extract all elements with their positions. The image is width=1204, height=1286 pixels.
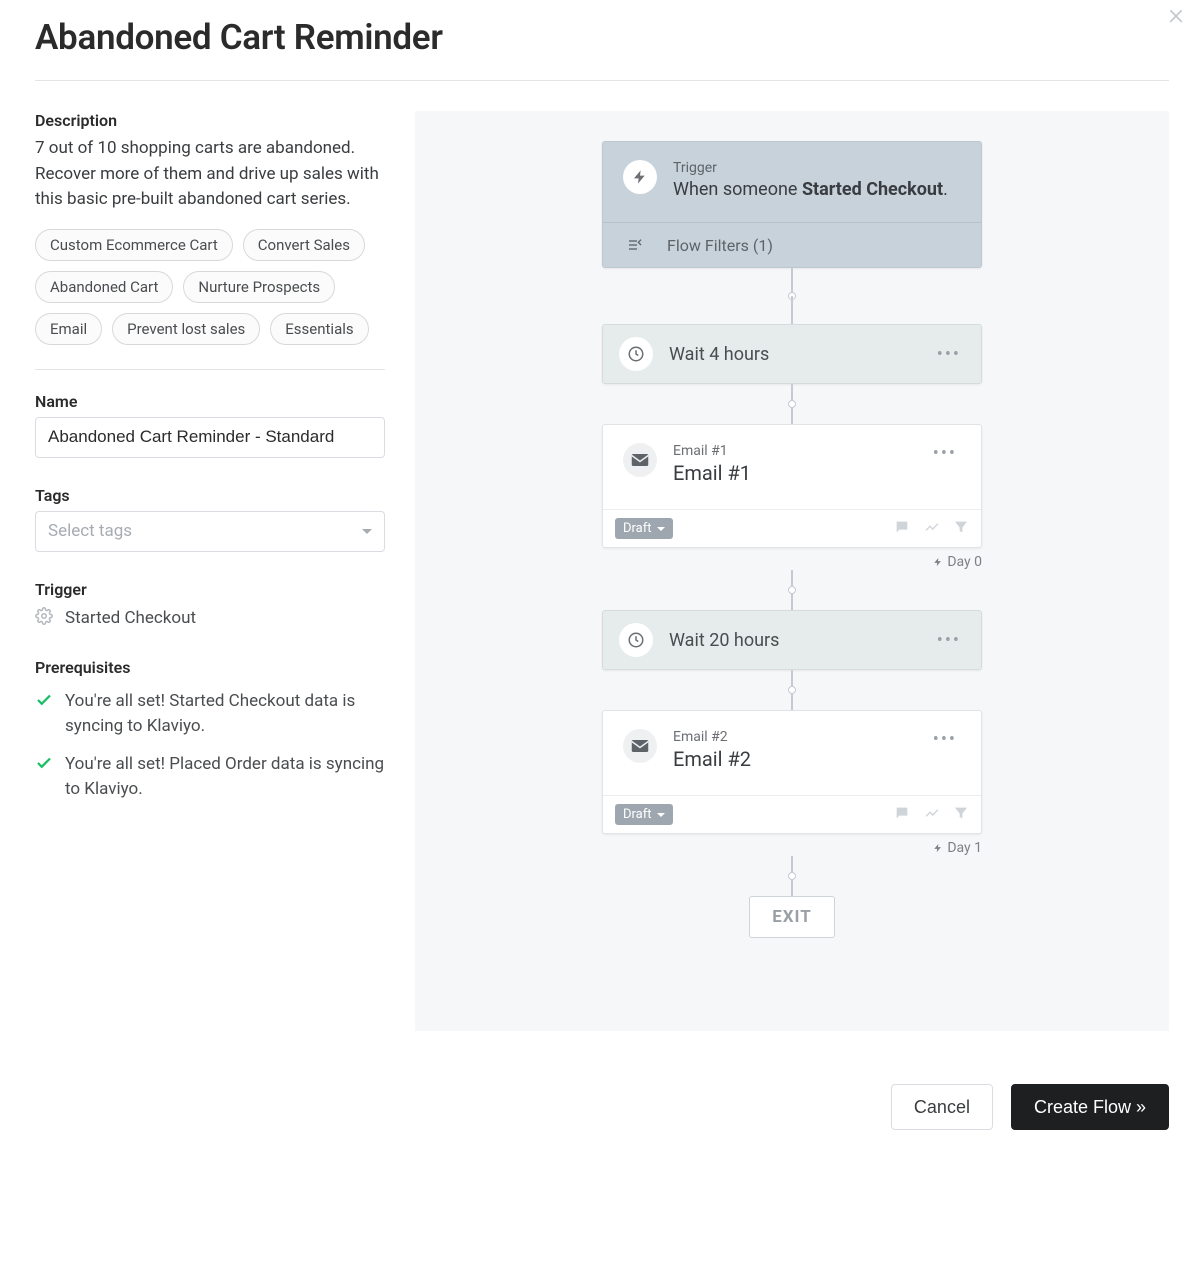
flow-trigger-card[interactable]: Trigger When someone Started Checkout. F…	[602, 141, 982, 268]
email-title: Email #1	[673, 461, 913, 485]
category-pill[interactable]: Abandoned Cart	[35, 271, 173, 303]
wait-text: Wait 4 hours	[669, 344, 917, 365]
check-icon	[35, 691, 53, 740]
flow-connector	[791, 268, 793, 296]
more-icon[interactable]: •••	[929, 729, 961, 750]
envelope-icon	[623, 443, 657, 477]
envelope-icon	[623, 729, 657, 763]
cancel-button[interactable]: Cancel	[891, 1084, 993, 1130]
category-pill[interactable]: Email	[35, 313, 102, 345]
tags-placeholder: Select tags	[48, 521, 132, 541]
day-label: Day 0	[602, 554, 982, 570]
chevron-down-icon	[657, 813, 665, 817]
flow-connector	[791, 856, 793, 896]
email-title: Email #2	[673, 747, 913, 771]
prereq-item: You're all set! Started Checkout data is…	[35, 689, 385, 740]
chevron-down-icon	[362, 529, 372, 534]
wait-text: Wait 20 hours	[669, 630, 917, 651]
trigger-value: Started Checkout	[65, 608, 196, 628]
prereq-text: You're all set! Placed Order data is syn…	[65, 752, 385, 803]
trigger-card-label: Trigger	[673, 160, 948, 176]
tags-label: Tags	[35, 486, 385, 505]
flow-connector	[791, 296, 793, 324]
flow-connector	[791, 384, 793, 424]
status-badge[interactable]: Draft	[615, 804, 673, 825]
create-flow-button[interactable]: Create Flow »	[1011, 1084, 1169, 1130]
trigger-label: Trigger	[35, 580, 385, 599]
analytics-icon[interactable]	[923, 805, 941, 825]
analytics-icon[interactable]	[923, 519, 941, 539]
tags-select[interactable]: Select tags	[35, 511, 385, 552]
name-label: Name	[35, 392, 385, 411]
comment-icon[interactable]	[893, 519, 911, 539]
category-pill[interactable]: Nurture Prospects	[183, 271, 335, 303]
footer-bar: Cancel Create Flow »	[0, 1056, 1204, 1135]
more-icon[interactable]: •••	[933, 344, 965, 365]
flow-wait-card[interactable]: Wait 4 hours •••	[602, 324, 982, 384]
lightning-icon	[623, 160, 657, 194]
flow-connector	[791, 570, 793, 610]
email-label: Email #1	[673, 443, 913, 459]
funnel-icon[interactable]	[953, 805, 969, 825]
divider	[35, 369, 385, 370]
prereq-label: Prerequisites	[35, 658, 385, 677]
sidebar: Description 7 out of 10 shopping carts a…	[35, 111, 385, 1031]
day-label: Day 1	[602, 840, 982, 856]
flow-canvas: Trigger When someone Started Checkout. F…	[415, 111, 1169, 1031]
flow-filters-text: Flow Filters (1)	[667, 236, 773, 255]
modal-title: Abandoned Cart Reminder	[35, 17, 1169, 58]
category-pill[interactable]: Essentials	[270, 313, 368, 345]
category-pill[interactable]: Custom Ecommerce Cart	[35, 229, 233, 261]
chevron-down-icon	[657, 527, 665, 531]
flow-exit: EXIT	[749, 896, 835, 938]
description-text: 7 out of 10 shopping carts are abandoned…	[35, 136, 385, 213]
category-pill[interactable]: Convert Sales	[243, 229, 365, 261]
more-icon[interactable]: •••	[929, 443, 961, 464]
category-pills: Custom Ecommerce Cart Convert Sales Aban…	[35, 229, 385, 345]
name-input[interactable]	[35, 417, 385, 458]
comment-icon[interactable]	[893, 805, 911, 825]
close-icon[interactable]: ×	[1168, 0, 1184, 30]
clock-icon	[619, 337, 653, 371]
flow-wait-card[interactable]: Wait 20 hours •••	[602, 610, 982, 670]
prereq-text: You're all set! Started Checkout data is…	[65, 689, 385, 740]
flow-email-card[interactable]: Email #1 Email #1 ••• Draft	[602, 424, 982, 548]
more-icon[interactable]: •••	[933, 630, 965, 651]
flow-filters-row[interactable]: Flow Filters (1)	[603, 222, 981, 267]
flow-email-card[interactable]: Email #2 Email #2 ••• Draft	[602, 710, 982, 834]
filter-icon	[623, 235, 647, 255]
prereq-item: You're all set! Placed Order data is syn…	[35, 752, 385, 803]
description-heading: Description	[35, 111, 385, 130]
gear-icon	[35, 607, 53, 630]
flow-connector	[791, 670, 793, 710]
check-icon	[35, 754, 53, 803]
trigger-card-main: When someone Started Checkout.	[673, 178, 948, 202]
divider	[35, 80, 1169, 81]
category-pill[interactable]: Prevent lost sales	[112, 313, 260, 345]
email-label: Email #2	[673, 729, 913, 745]
clock-icon	[619, 623, 653, 657]
funnel-icon[interactable]	[953, 519, 969, 539]
status-badge[interactable]: Draft	[615, 518, 673, 539]
